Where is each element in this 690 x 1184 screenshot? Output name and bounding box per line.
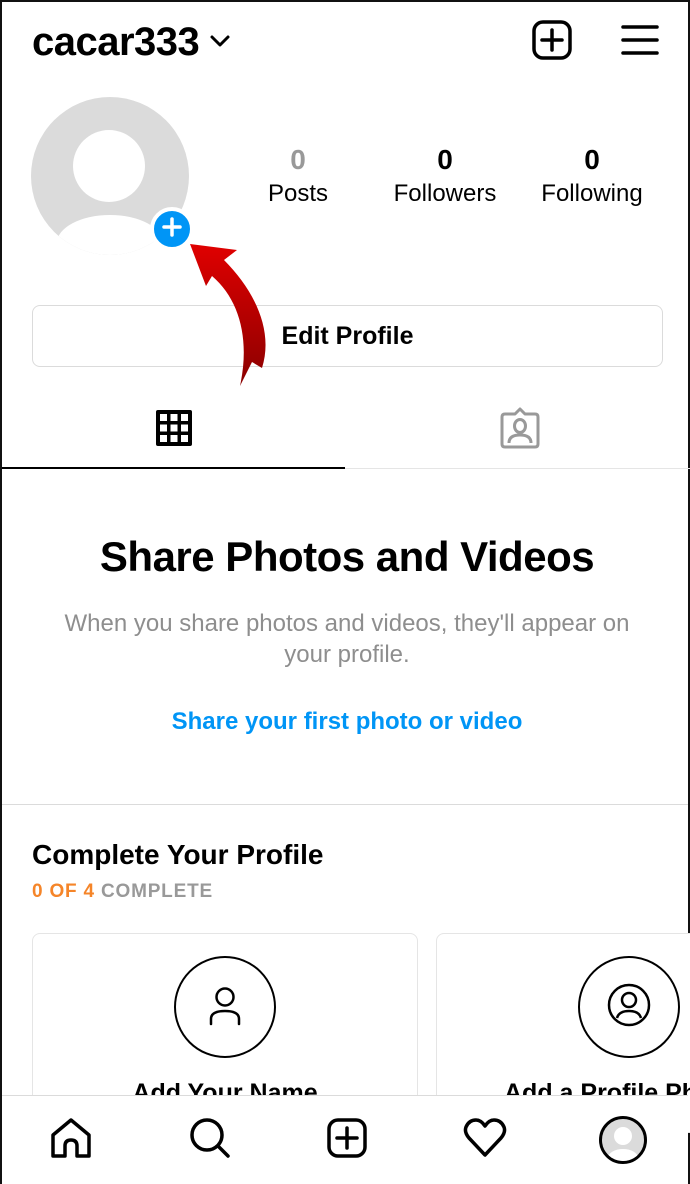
edit-profile-button[interactable]: Edit Profile [32, 305, 663, 367]
nav-activity[interactable] [457, 1112, 513, 1168]
add-profile-photo-button[interactable] [150, 207, 194, 251]
posts-label: Posts [267, 180, 329, 207]
progress-label: COMPLETE [100, 881, 213, 902]
account-switcher[interactable]: cacar333 [32, 18, 231, 66]
following-count: 0 [584, 144, 600, 175]
active-tab-indicator [2, 467, 345, 469]
tagged-person-icon [499, 407, 541, 454]
profile-picture-icon [606, 982, 652, 1033]
posts-count: 0 [290, 144, 306, 175]
followers-count: 0 [437, 144, 453, 175]
progress-count: 0 OF 4 [32, 881, 95, 902]
plus-circle-icon [161, 216, 183, 243]
new-post-button[interactable] [530, 19, 574, 66]
section-divider [2, 804, 688, 805]
plus-square-icon [531, 19, 573, 66]
person-outline-icon [203, 983, 247, 1032]
top-header: cacar333 [2, 2, 688, 84]
stat-following[interactable]: 0 Following [529, 142, 655, 210]
username: cacar333 [32, 20, 200, 64]
home-icon [49, 1116, 93, 1165]
avatar-icon [599, 1116, 647, 1164]
nav-home[interactable] [43, 1112, 99, 1168]
complete-profile-title: Complete Your Profile [32, 839, 324, 870]
default-avatar-icon [73, 130, 145, 202]
menu-button[interactable] [618, 20, 662, 64]
default-avatar-body [57, 215, 163, 255]
nav-search[interactable] [182, 1112, 238, 1168]
following-label: Following [541, 180, 643, 207]
ring [174, 956, 276, 1058]
nav-profile[interactable] [595, 1112, 651, 1168]
search-icon [188, 1116, 232, 1165]
grid-icon [155, 409, 193, 452]
empty-state-title: Share Photos and Videos [99, 533, 595, 580]
chevron-down-icon [209, 34, 231, 53]
nav-new-post[interactable] [319, 1112, 375, 1168]
bottom-navigation [2, 1095, 688, 1184]
tab-divider [345, 468, 690, 469]
tab-tagged[interactable] [347, 390, 690, 470]
hamburger-menu-icon [620, 23, 660, 62]
complete-profile-progress: 0 OF 4 COMPLETE [32, 880, 213, 904]
ring [578, 956, 680, 1058]
stat-followers[interactable]: 0 Followers [382, 142, 508, 210]
tab-posts-grid[interactable] [2, 390, 345, 470]
heart-icon [462, 1117, 508, 1164]
share-first-photo-link[interactable]: Share your first photo or video [2, 706, 690, 738]
followers-label: Followers [393, 180, 497, 207]
plus-square-icon [325, 1116, 369, 1165]
stat-posts: 0 Posts [260, 142, 336, 210]
empty-state-description: When you share photos and videos, they'l… [64, 610, 630, 668]
